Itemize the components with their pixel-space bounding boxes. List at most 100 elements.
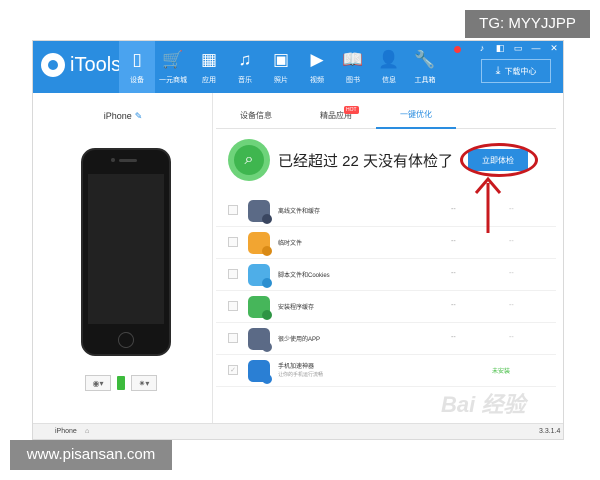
list-item[interactable]: 离线文件和缓存 -- -- xyxy=(216,195,556,227)
optimize-list: 离线文件和缓存 -- -- 临时文件 -- -- 脚本文件和Cookies -- -- 安装程序缓… xyxy=(216,195,556,387)
download-center-button[interactable]: ⤓ 下载中心 xyxy=(481,59,551,83)
gear-icon: ✷▾ xyxy=(138,378,150,388)
nav-item-7[interactable]: 👤 信息 xyxy=(371,41,407,93)
row-count: -- xyxy=(509,270,514,277)
device-name-row: iPhone ✎ xyxy=(33,111,213,122)
row-checkbox[interactable] xyxy=(228,237,238,247)
phone-screen xyxy=(88,174,164,324)
nav-item-6[interactable]: 📖 图书 xyxy=(335,41,371,93)
nav-label: 照片 xyxy=(274,76,288,84)
nav-label: 应用 xyxy=(202,76,216,84)
row-size: -- xyxy=(451,302,456,309)
itools-window: iTools ▯ 设备 🛒 一元商城 ▦ 应用 ♫ 音乐 ▣ 照片 ▶ 视频 📖 图书 👤 信息 🔧 工具箱 ♪ ◧… xyxy=(32,40,564,440)
skin-icon[interactable]: ♪ xyxy=(473,43,491,54)
tab-2[interactable]: 一键优化 xyxy=(376,101,456,129)
window-controls: ♪ ◧ ▭ — ✕ xyxy=(473,43,563,54)
device-tools: ◉▾ ✷▾ xyxy=(85,375,157,391)
nav-label: 工具箱 xyxy=(414,76,436,84)
lock-icon: ⌂ xyxy=(85,428,90,435)
nav-item-4[interactable]: ▣ 照片 xyxy=(263,41,299,93)
status-bar: iPhone ⌂ 3.3.1.4 xyxy=(33,423,563,439)
row-status[interactable]: 未安装 xyxy=(492,366,510,375)
nav-item-3[interactable]: ♫ 音乐 xyxy=(227,41,263,93)
close-icon[interactable]: ✕ xyxy=(545,43,563,54)
row-app-icon xyxy=(248,232,272,256)
row-badge-icon xyxy=(262,374,272,384)
nav-item-0[interactable]: ▯ 设备 xyxy=(119,41,155,93)
row-app-icon xyxy=(248,328,272,352)
camera-icon: ◉▾ xyxy=(92,378,104,388)
row-app-icon xyxy=(248,264,272,288)
notification-dot xyxy=(454,46,461,53)
row-size: -- xyxy=(451,334,456,341)
app-logo: iTools xyxy=(41,53,121,77)
download-center-label: 下载中心 xyxy=(504,66,537,76)
highlight-ellipse xyxy=(460,143,538,177)
row-app-icon xyxy=(248,360,272,384)
nav-label: 设备 xyxy=(130,76,144,84)
row-checkbox[interactable] xyxy=(228,301,238,311)
tab-1[interactable]: 精品应用 xyxy=(296,101,376,129)
checkup-search-icon: ⌕ xyxy=(228,139,270,181)
checkup-message: 已经超过 22 天没有体检了 xyxy=(278,153,454,170)
row-size: -- xyxy=(451,238,456,245)
page-root: iTools ▯ 设备 🛒 一元商城 ▦ 应用 ♫ 音乐 ▣ 照片 ▶ 视频 📖 图书 👤 信息 🔧 工具箱 ♪ ◧… xyxy=(0,0,600,480)
row-badge-icon xyxy=(262,246,272,256)
list-item[interactable]: 脚本文件和Cookies -- -- xyxy=(216,259,556,291)
nav-label: 一元商城 xyxy=(159,76,187,84)
row-checkbox[interactable]: ✓ xyxy=(228,365,238,375)
row-checkbox[interactable] xyxy=(228,333,238,343)
row-badge-icon xyxy=(262,214,272,224)
photo-icon: ▣ xyxy=(272,49,290,69)
battery-icon xyxy=(117,376,125,390)
list-item[interactable]: 临时文件 -- -- xyxy=(216,227,556,259)
site-overlay: www.pisansan.com xyxy=(10,440,172,470)
row-app-icon xyxy=(248,200,272,224)
menu-icon[interactable]: ▭ xyxy=(509,43,527,54)
tab-0[interactable]: 设备信息 xyxy=(216,101,296,129)
apps-icon: ▦ xyxy=(200,49,218,69)
optimize-panel: 设备信息 精品应用 一键优化 HOT ⌕ 已经超过 22 天没有体检了 立即体检 离… xyxy=(216,101,556,421)
phone-image xyxy=(81,148,171,356)
nav-label: 图书 xyxy=(346,76,360,84)
row-count: -- xyxy=(509,334,514,341)
row-checkbox[interactable] xyxy=(228,269,238,279)
minimize-icon[interactable]: — xyxy=(527,43,545,54)
screenshot-button[interactable]: ◉▾ xyxy=(85,375,111,391)
toolbox-icon: 🔧 xyxy=(414,49,436,69)
device-icon: ▯ xyxy=(132,49,142,69)
nav-label: 音乐 xyxy=(238,76,252,84)
edit-pencil-icon[interactable]: ✎ xyxy=(135,111,143,121)
tab-bar: 设备信息 精品应用 一键优化 xyxy=(216,101,556,129)
row-title: 安装程序缓存 xyxy=(278,305,315,311)
row-size: -- xyxy=(451,270,456,277)
nav-item-2[interactable]: ▦ 应用 xyxy=(191,41,227,93)
settings-button[interactable]: ✷▾ xyxy=(131,375,157,391)
list-item[interactable]: ✓ 手机加速神器让你的手机运行流畅 未安装 xyxy=(216,355,556,387)
baidu-watermark: Bai 经验 xyxy=(441,392,526,417)
row-checkbox[interactable] xyxy=(228,205,238,215)
row-badge-icon xyxy=(262,342,272,352)
nav-label: 视频 xyxy=(310,76,324,84)
nav-item-1[interactable]: 🛒 一元商城 xyxy=(155,41,191,93)
list-item[interactable]: 很少使用的APP -- -- xyxy=(216,323,556,355)
row-count: -- xyxy=(509,302,514,309)
app-version: 3.3.1.4 xyxy=(539,428,561,435)
hot-badge: HOT xyxy=(344,106,359,114)
nav-item-8[interactable]: 🔧 工具箱 xyxy=(407,41,443,93)
row-badge-icon xyxy=(262,278,272,288)
row-title: 手机加速神器 xyxy=(278,364,315,370)
row-title: 脚本文件和Cookies xyxy=(278,273,330,279)
list-item[interactable]: 安装程序缓存 -- -- xyxy=(216,291,556,323)
row-subtitle: 让你的手机运行流畅 xyxy=(278,372,324,378)
row-badge-icon xyxy=(262,310,272,320)
nav-item-5[interactable]: ▶ 视频 xyxy=(299,41,335,93)
row-count: -- xyxy=(509,206,514,213)
row-title: 临时文件 xyxy=(278,241,303,247)
cart-icon: 🛒 xyxy=(162,49,184,69)
tg-overlay: TG: MYYJJPP xyxy=(465,10,590,38)
minimize-mode-icon[interactable]: ◧ xyxy=(491,43,509,54)
top-toolbar: iTools ▯ 设备 🛒 一元商城 ▦ 应用 ♫ 音乐 ▣ 照片 ▶ 视频 📖 图书 👤 信息 🔧 工具箱 ♪ ◧… xyxy=(33,41,563,93)
book-icon: 📖 xyxy=(342,49,364,69)
main-nav: ▯ 设备 🛒 一元商城 ▦ 应用 ♫ 音乐 ▣ 照片 ▶ 视频 📖 图书 👤 信息 🔧 工具箱 xyxy=(119,41,443,93)
